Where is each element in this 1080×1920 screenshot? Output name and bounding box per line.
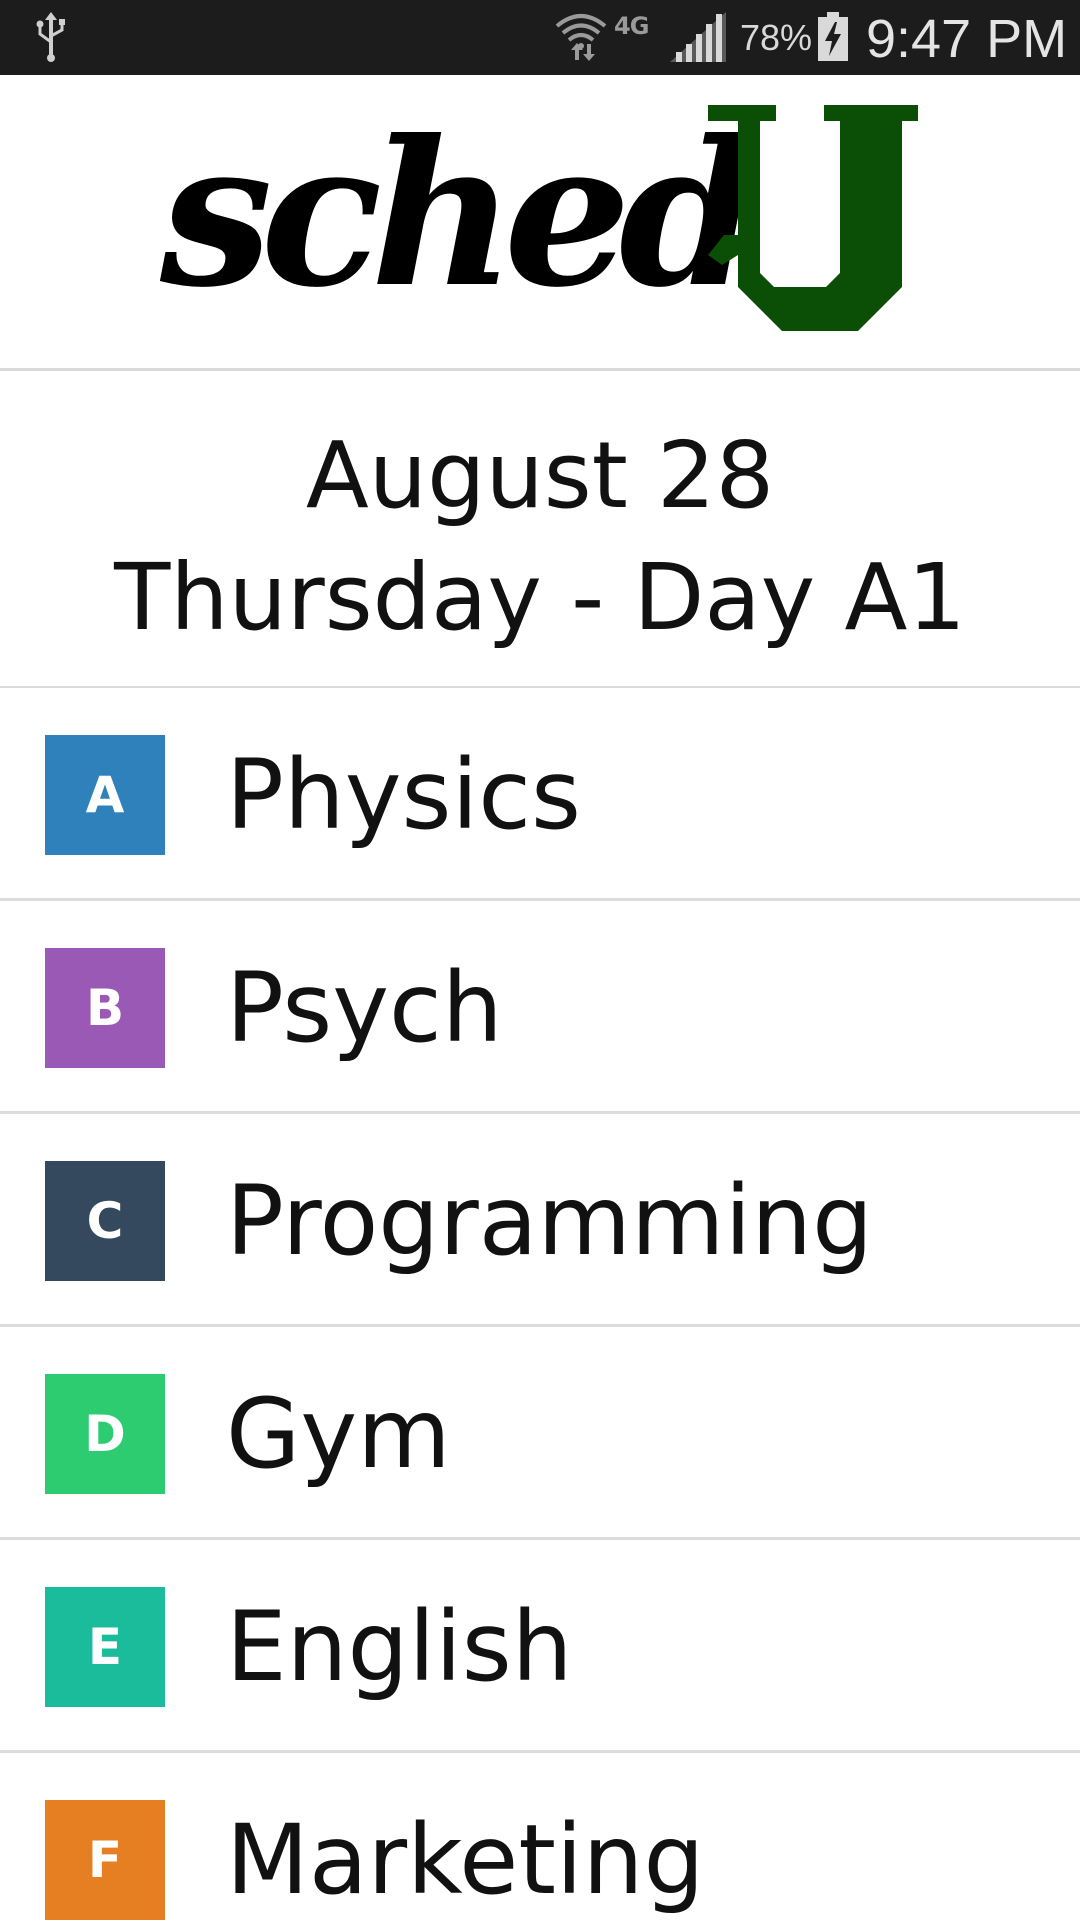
class-name: Marketing: [226, 1804, 705, 1916]
period-badge-f: F: [45, 1800, 165, 1920]
period-badge-c: C: [45, 1161, 165, 1281]
period-badge-d: D: [45, 1374, 165, 1494]
class-name: English: [226, 1591, 573, 1703]
logo-letter-u: U: [708, 105, 918, 331]
status-clock: 9:47 PM: [866, 9, 1068, 69]
period-badge-e: E: [45, 1587, 165, 1707]
class-row-e[interactable]: E English: [0, 1540, 1080, 1753]
date-text: August 28: [305, 422, 775, 529]
battery-percentage: 78%: [740, 17, 813, 58]
status-bar: 4G 78% 9:47 PM: [0, 0, 1080, 75]
class-name: Programming: [226, 1165, 874, 1277]
class-list[interactable]: A Physics B Psych C Programming D Gym E …: [0, 688, 1080, 1920]
date-display: August 28 Thursday - Day A1: [0, 374, 1080, 688]
class-row-c[interactable]: C Programming: [0, 1114, 1080, 1327]
class-name: Physics: [226, 739, 582, 851]
wifi-icon: [555, 14, 607, 61]
app-header: sched U: [0, 75, 1080, 371]
class-row-f[interactable]: F Marketing: [0, 1753, 1080, 1920]
class-row-b[interactable]: B Psych: [0, 901, 1080, 1114]
lte-icon: 4G: [614, 12, 649, 40]
usb-icon: [36, 12, 65, 62]
class-name: Gym: [226, 1378, 451, 1490]
logo-script-text: sched: [160, 97, 759, 332]
battery-charging-icon: [818, 12, 848, 61]
day-cycle-text: Thursday - Day A1: [114, 544, 966, 651]
signal-icon: [670, 12, 726, 62]
class-name: Psych: [226, 952, 503, 1064]
period-badge-b: B: [45, 948, 165, 1068]
period-badge-a: A: [45, 735, 165, 855]
class-row-d[interactable]: D Gym: [0, 1327, 1080, 1540]
app-logo: sched U: [160, 95, 920, 355]
class-row-a[interactable]: A Physics: [0, 688, 1080, 901]
